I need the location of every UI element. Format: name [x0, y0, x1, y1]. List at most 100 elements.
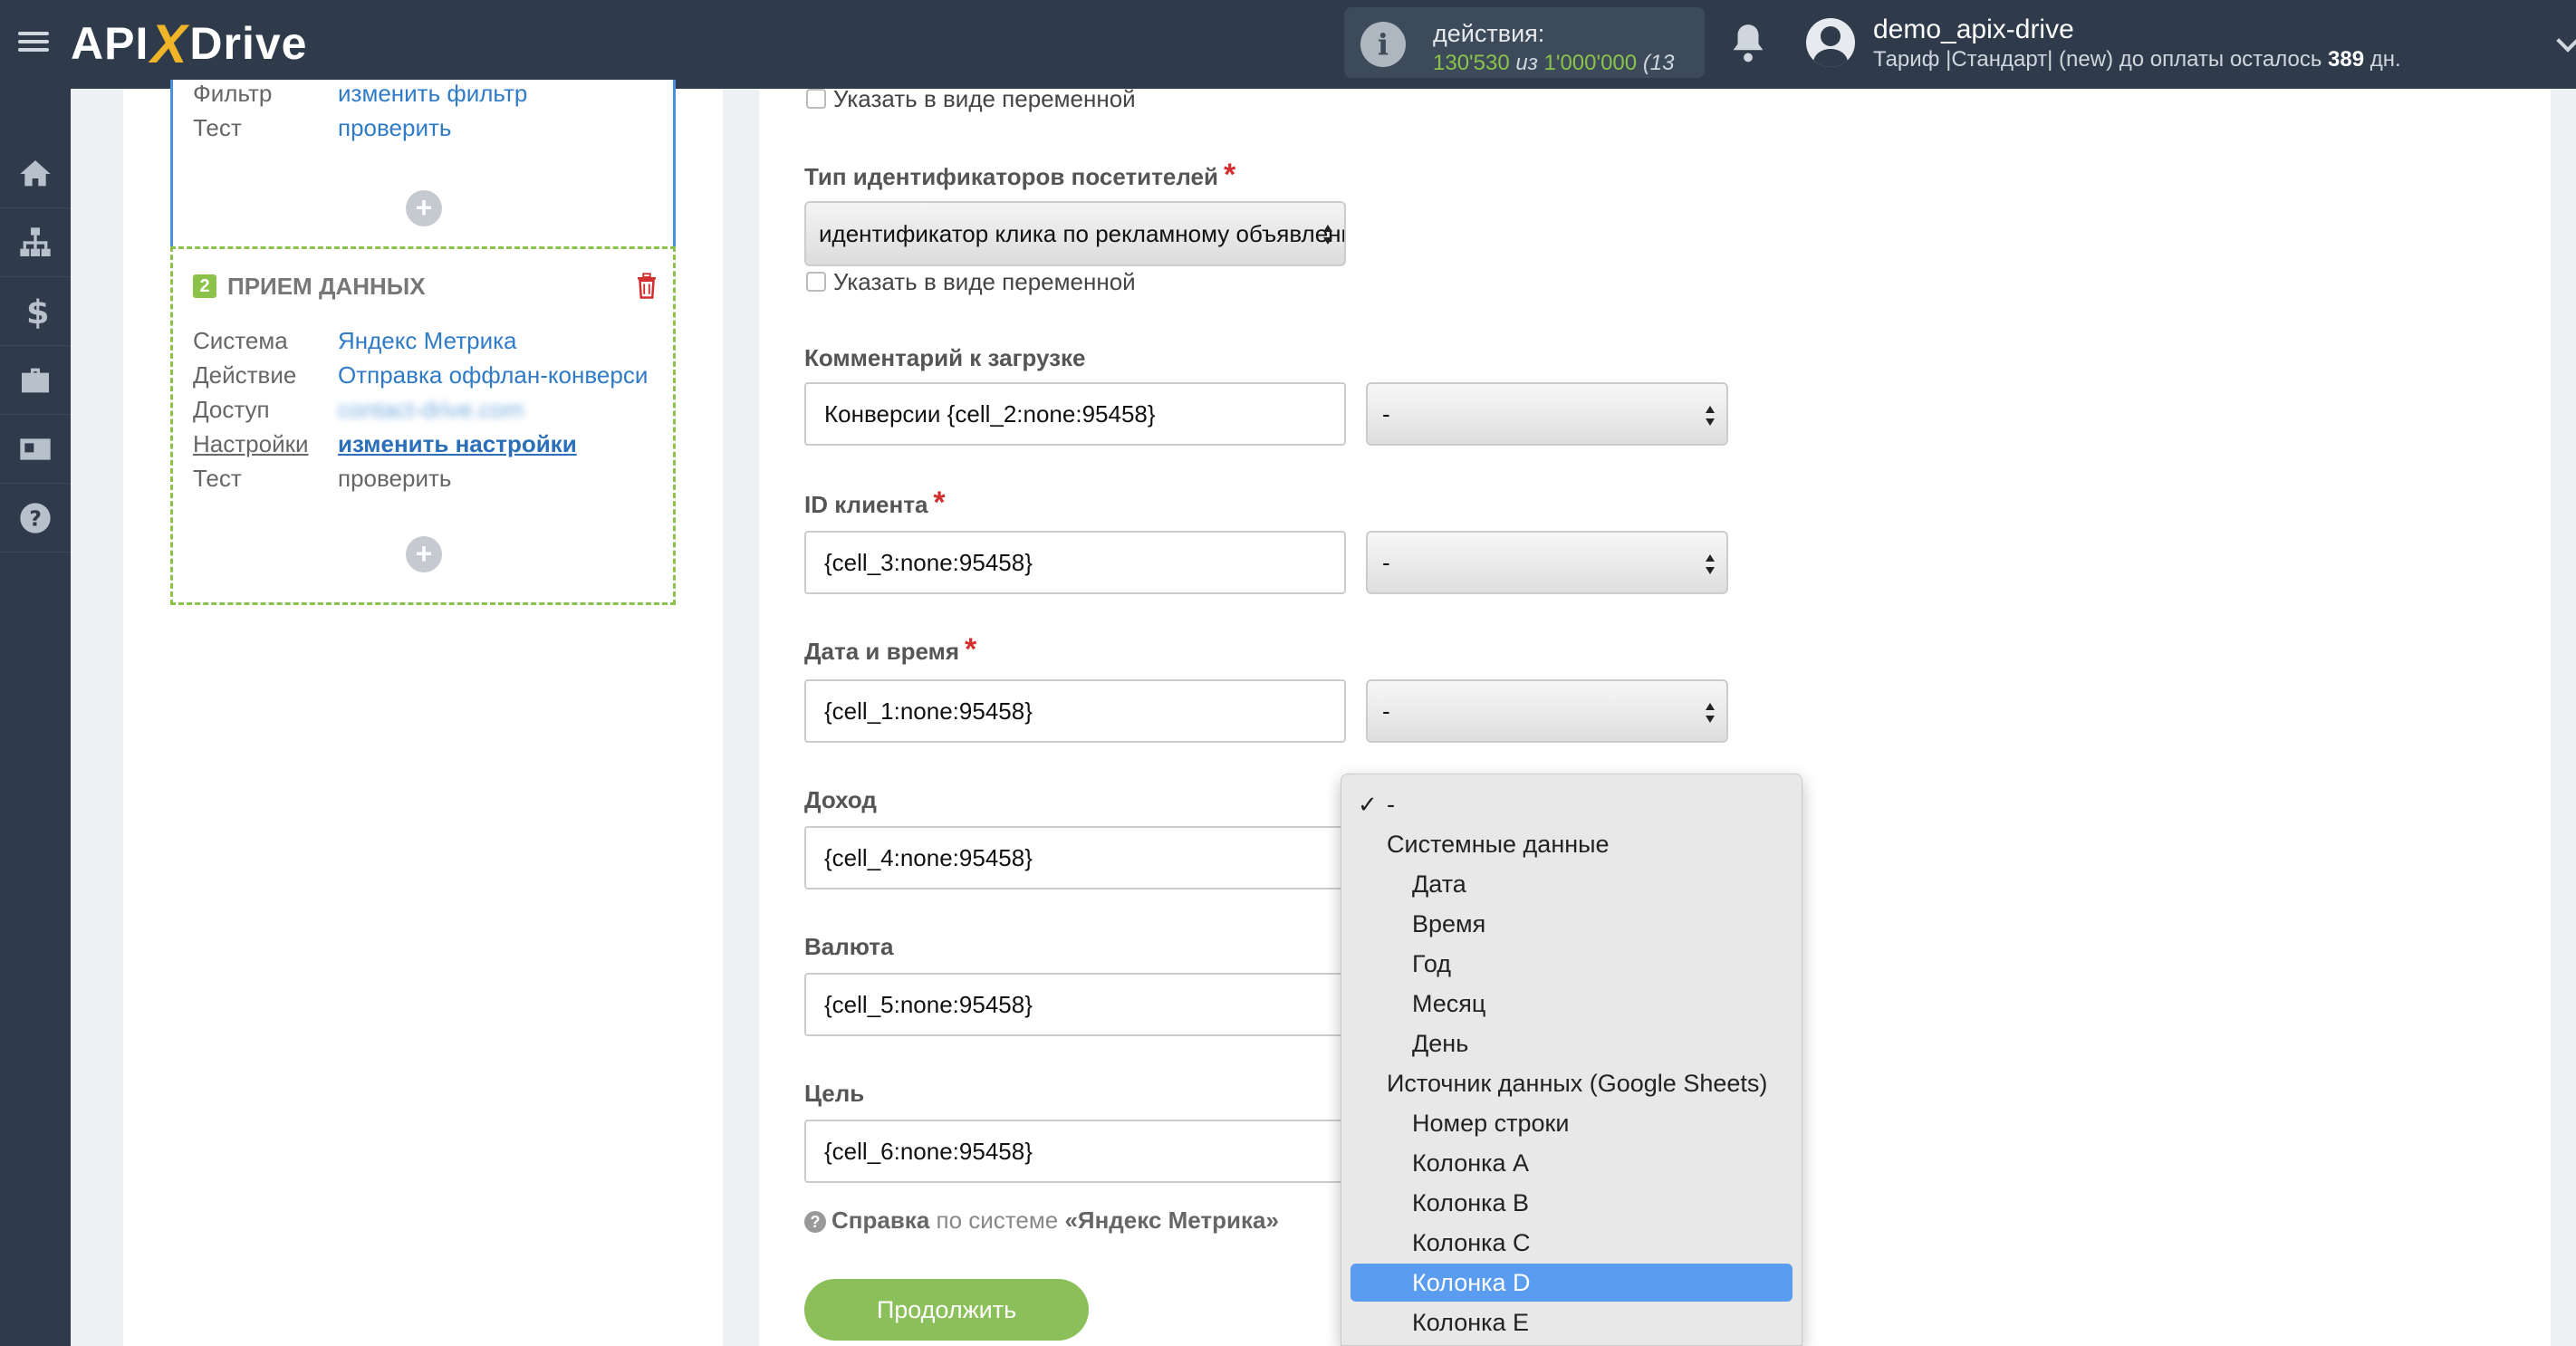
option-none[interactable]: ✓ - [1350, 785, 1793, 823]
revenue-input[interactable]: {cell_4:none:95458} [804, 826, 1346, 889]
sidebar-item-home[interactable] [0, 139, 71, 208]
sidebar-item-billing[interactable]: $ [0, 277, 71, 346]
id-card-icon [20, 437, 51, 460]
select-arrows-icon [1705, 406, 1716, 426]
bell-icon[interactable] [1730, 22, 1766, 63]
tariff-prefix: Тариф |Стандарт| (new) до оплаты осталос… [1873, 47, 2322, 72]
check-text[interactable]: проверить [338, 465, 451, 493]
filter-step-card: Фильтр изменить фильтр Тест проверить [170, 80, 676, 257]
top-bar: API X Drive i действия: 130'530 из 1'000'0… [0, 0, 2576, 89]
sidebar-item-services[interactable] [0, 346, 71, 415]
as-variable-label-2: Указать в виде переменной [833, 268, 1136, 295]
menu-icon[interactable] [18, 27, 49, 58]
revenue-label: Доход [804, 786, 877, 814]
actions-limit: 1'000'000 [1543, 51, 1638, 75]
logo-x: X [150, 13, 188, 74]
change-filter-link[interactable]: изменить фильтр [338, 80, 527, 108]
help-mid: по системе [936, 1207, 1059, 1234]
required-mark: * [1223, 158, 1236, 192]
datetime-select-value: - [1382, 697, 1390, 725]
step-number-badge: 2 [193, 274, 216, 298]
option-year[interactable]: Год [1350, 945, 1793, 983]
home-icon [20, 159, 51, 186]
access-value[interactable]: contact-drive.com [338, 396, 524, 424]
comment-field-select[interactable]: - [1366, 382, 1728, 446]
action-key: Действие [193, 361, 297, 389]
client-id-input[interactable]: {cell_3:none:95458} [804, 531, 1346, 594]
settings-key: Настройки [193, 430, 309, 457]
add-step-button[interactable]: + [406, 190, 442, 226]
datetime-field-select[interactable]: - [1366, 679, 1728, 743]
option-column-e[interactable]: Колонка E [1350, 1303, 1793, 1341]
client-id-select-value: - [1382, 549, 1390, 576]
goal-input[interactable]: {cell_6:none:95458} [804, 1120, 1346, 1183]
option-column-b[interactable]: Колонка B [1350, 1184, 1793, 1222]
tariff-days: 389 [2328, 47, 2365, 72]
continue-button[interactable]: Продолжить [804, 1279, 1089, 1341]
option-time[interactable]: Время [1350, 905, 1793, 943]
test-key: Тест [193, 114, 242, 141]
actions-label: действия: [1433, 20, 1545, 47]
help-link[interactable]: Справка [831, 1207, 929, 1234]
help-icon: ? [20, 502, 51, 534]
comment-field-select-value: - [1382, 400, 1390, 428]
actions-value: 130'530 из 1'000'000 (13 [1433, 51, 1696, 76]
action-value[interactable]: Отправка оффлан-конверси [338, 361, 648, 389]
client-id-label-text: ID клиента [804, 491, 928, 518]
visitor-id-type-value: идентификатор клика по рекламному объявл… [819, 220, 1346, 247]
logo[interactable]: API X Drive [71, 13, 307, 74]
option-date[interactable]: Дата [1350, 865, 1793, 903]
filter-key: Фильтр [193, 80, 273, 107]
logo-prefix: API [71, 18, 149, 69]
svg-text:?: ? [29, 505, 42, 531]
chevron-down-icon[interactable] [2556, 29, 2576, 53]
tariff-suffix: дн. [2369, 47, 2401, 72]
tariff-info: Тариф |Стандарт| (new) до оплаты осталос… [1873, 47, 2401, 72]
sidebar-item-help[interactable]: ? [0, 484, 71, 553]
required-mark: * [965, 632, 977, 667]
connection-steps-panel: Фильтр изменить фильтр Тест проверить + … [123, 80, 723, 1346]
currency-input[interactable]: {cell_5:none:95458} [804, 973, 1346, 1036]
field-select-dropdown[interactable]: ✓ - Системные данные Дата Время Год Месяц… [1341, 774, 1802, 1346]
briefcase-icon [22, 368, 49, 392]
option-row-number[interactable]: Номер строки [1350, 1104, 1793, 1142]
datetime-input[interactable]: {cell_1:none:95458} [804, 679, 1346, 743]
help-system[interactable]: «Яндекс Метрика» [1064, 1207, 1278, 1234]
goal-label-text: Цель [804, 1080, 865, 1107]
actions-used: 130'530 [1433, 51, 1510, 75]
check-link[interactable]: проверить [338, 114, 451, 142]
sitemap-icon [20, 226, 51, 256]
username[interactable]: demo_apix-drive [1873, 14, 2074, 45]
goal-label: Цель [804, 1080, 864, 1108]
visitor-id-type-select[interactable]: идентификатор клика по рекламному объявл… [804, 201, 1346, 266]
step-title: ПРИЕМ ДАННЫХ [227, 273, 426, 300]
select-arrows-icon [1705, 703, 1716, 723]
comment-label-text: Комментарий к загрузке [804, 344, 1086, 371]
option-column-d[interactable]: Колонка D [1350, 1264, 1793, 1302]
option-column-a[interactable]: Колонка A [1350, 1144, 1793, 1182]
option-column-c[interactable]: Колонка C [1350, 1224, 1793, 1262]
trash-icon[interactable] [635, 273, 658, 300]
add-step-button-2[interactable]: + [406, 536, 442, 572]
system-value[interactable]: Яндекс Метрика [338, 327, 517, 355]
as-variable-label-1: Указать в виде переменной [833, 85, 1136, 112]
change-settings-link[interactable]: изменить настройки [338, 430, 577, 458]
currency-label: Валюта [804, 933, 894, 961]
svg-text:$: $ [26, 293, 50, 330]
option-month[interactable]: Месяц [1350, 985, 1793, 1023]
avatar[interactable] [1806, 18, 1855, 67]
sidebar-item-structure[interactable] [0, 208, 71, 277]
sidebar-item-profile[interactable] [0, 415, 71, 484]
system-key: Система [193, 327, 288, 354]
client-id-field-select[interactable]: - [1366, 531, 1728, 594]
help-line: ? Справка по системе «Яндекс Метрика» [804, 1207, 1279, 1235]
optgroup-system-data: Системные данные [1387, 831, 1610, 858]
comment-input[interactable]: Конверсии {cell_2:none:95458} [804, 382, 1346, 446]
as-variable-checkbox-2[interactable] [806, 272, 826, 292]
visitor-id-type-text: Тип идентификаторов посетителей [804, 163, 1218, 190]
select-arrows-icon [1705, 554, 1716, 574]
actions-counter: i действия: 130'530 из 1'000'000 (13 [1344, 7, 1705, 78]
as-variable-checkbox-1[interactable] [806, 89, 826, 109]
option-day[interactable]: День [1350, 1024, 1793, 1062]
test-key-2: Тест [193, 465, 242, 492]
